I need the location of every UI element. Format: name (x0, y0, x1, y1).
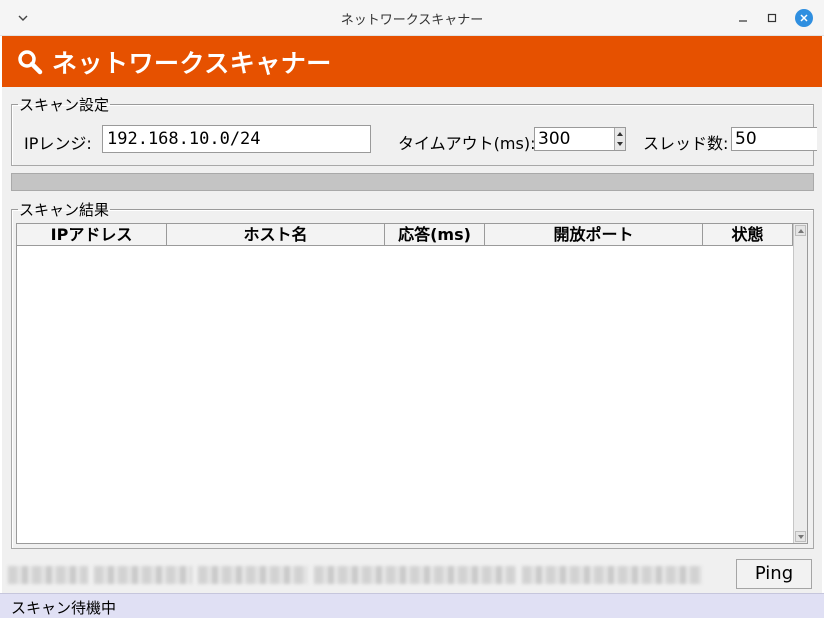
column-header-hostname[interactable]: ホスト名 (167, 224, 385, 246)
threads-spinbox[interactable]: 50 (731, 127, 817, 151)
timeout-value: 300 (538, 129, 571, 149)
ping-button[interactable]: Ping (736, 559, 812, 589)
redacted-info-text (8, 563, 702, 587)
scroll-up-icon[interactable] (795, 225, 806, 236)
results-table-header: IPアドレス ホスト名 応答(ms) 開放ポート 状態 (17, 224, 793, 246)
main-panel: スキャン設定 IPレンジ: 192.168.10.0/24 タイムアウト(ms)… (2, 87, 822, 593)
window-titlebar: ネットワークスキャナー (0, 0, 824, 36)
app-header-banner: ネットワークスキャナー (2, 36, 822, 87)
status-bar: スキャン待機中 (0, 593, 824, 618)
column-header-status[interactable]: 状態 (703, 224, 793, 246)
status-text: スキャン待機中 (11, 599, 117, 617)
column-header-ip[interactable]: IPアドレス (17, 224, 167, 246)
maximize-icon[interactable] (762, 8, 782, 28)
ip-range-label: IPレンジ: (24, 134, 92, 153)
ip-range-input[interactable]: 192.168.10.0/24 (102, 125, 371, 153)
timeout-spin-buttons[interactable] (614, 128, 625, 150)
timeout-spinbox[interactable]: 300 (534, 127, 626, 151)
minimize-icon[interactable] (733, 8, 753, 28)
scroll-down-icon[interactable] (795, 531, 806, 542)
results-scrollbar[interactable] (793, 224, 807, 543)
scan-results-legend: スキャン結果 (19, 201, 110, 219)
window-title: ネットワークスキャナー (340, 13, 484, 28)
column-header-response[interactable]: 応答(ms) (385, 224, 485, 246)
threads-label: スレッド数: (643, 134, 729, 153)
timeout-label: タイムアウト(ms): (398, 134, 536, 153)
scan-progress-bar (11, 173, 814, 191)
app-title: ネットワークスキャナー (52, 48, 332, 78)
column-header-open-ports[interactable]: 開放ポート (485, 224, 703, 246)
search-icon (16, 48, 44, 76)
results-table[interactable]: IPアドレス ホスト名 応答(ms) 開放ポート 状態 (16, 223, 808, 544)
scan-settings-legend: スキャン設定 (19, 96, 110, 114)
threads-value: 50 (735, 129, 757, 149)
close-icon[interactable] (794, 8, 814, 28)
